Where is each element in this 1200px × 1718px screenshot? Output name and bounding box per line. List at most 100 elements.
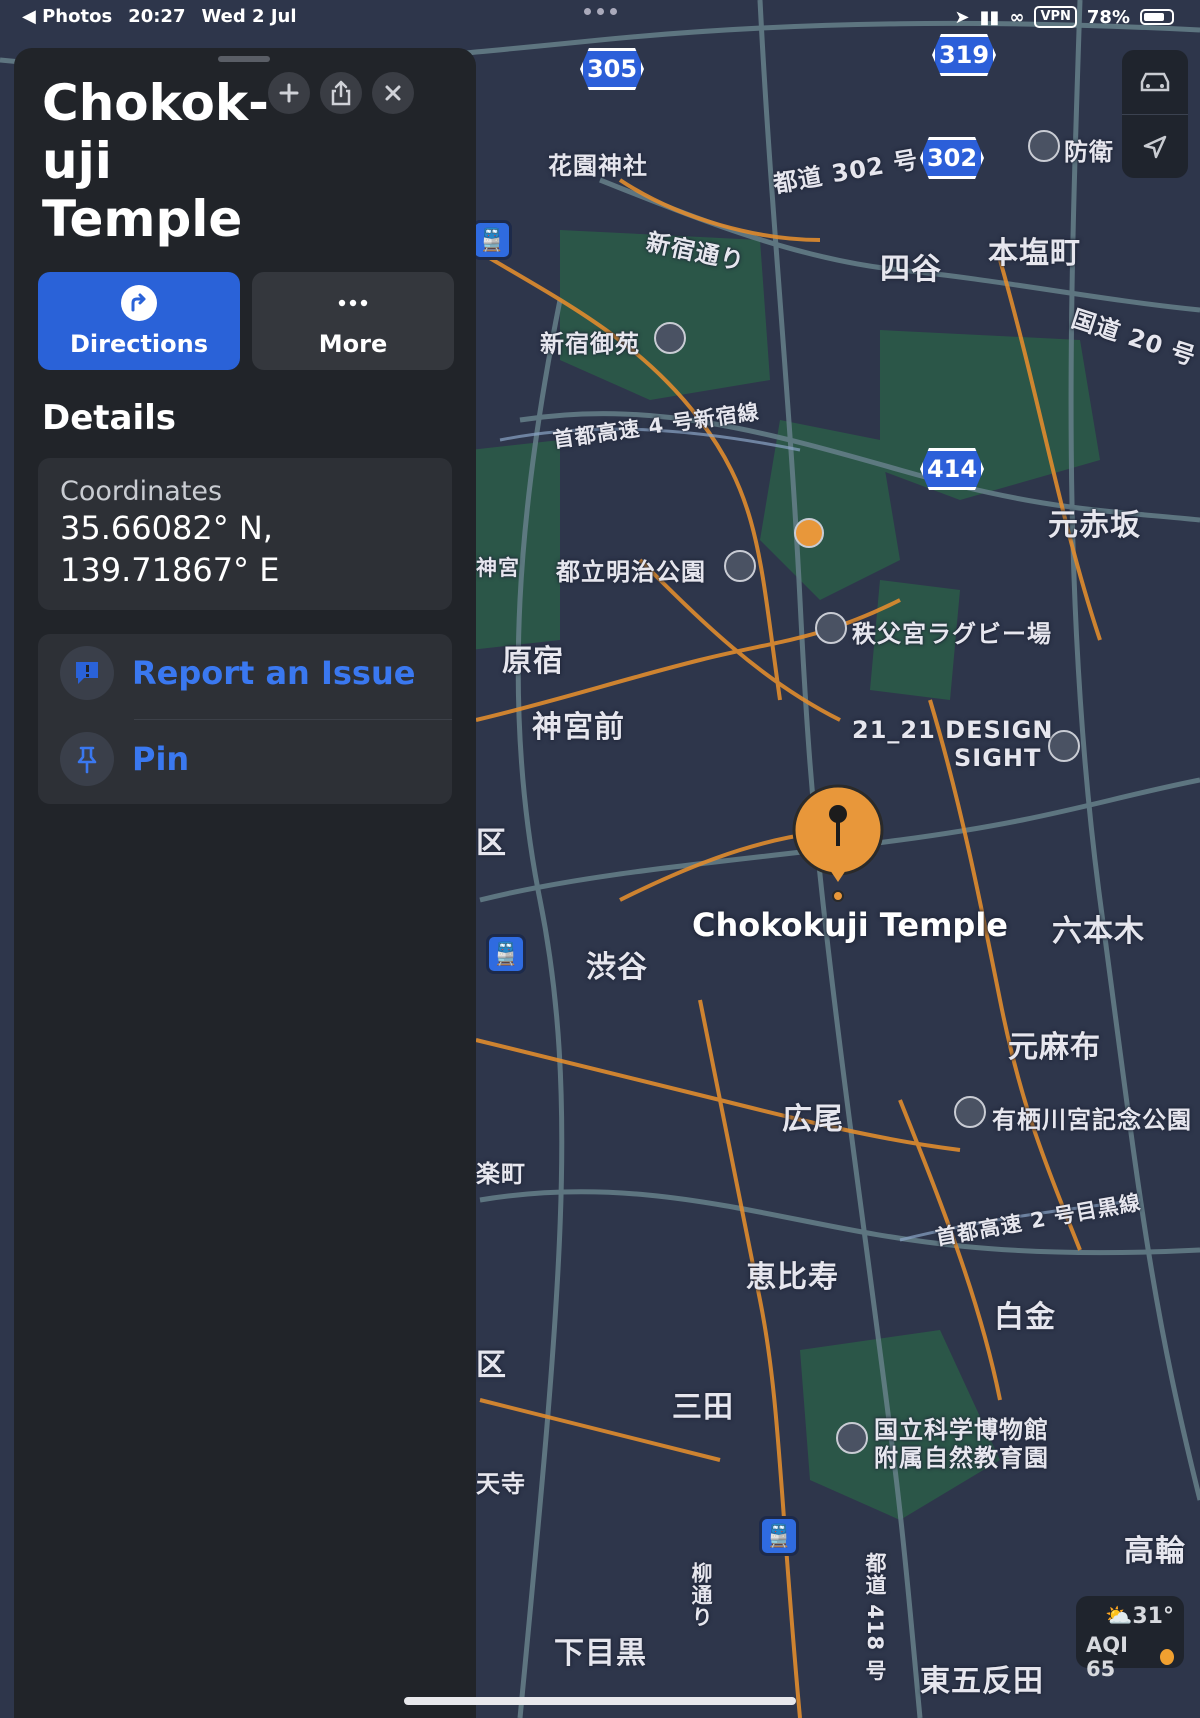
stadium-icon[interactable]: [815, 612, 847, 644]
park-icon[interactable]: [954, 1096, 986, 1128]
route-shield-319: 319: [932, 34, 996, 76]
map-label: 楽町: [476, 1160, 526, 1188]
map-label: 区: [476, 1348, 507, 1383]
pin-label: Pin: [132, 740, 190, 778]
train-station-icon[interactable]: 🚆: [759, 1516, 799, 1556]
map-label: 有栖川宮記念公園: [992, 1106, 1192, 1134]
map-label: 都立明治公園: [556, 558, 706, 586]
close-button[interactable]: [372, 72, 414, 114]
map-label: 神宮: [476, 556, 520, 580]
map-label: 恵比寿: [746, 1260, 839, 1295]
place-title-line: Temple: [42, 190, 243, 248]
sheet-grabber[interactable]: [218, 56, 270, 62]
latitude-value: 35.66082° N,: [60, 509, 273, 547]
map-label: 都道 418 号: [863, 1552, 887, 1682]
ellipsis-icon: [338, 299, 368, 307]
aqi-value: AQI 65: [1086, 1633, 1128, 1681]
train-station-icon[interactable]: 🚆: [486, 934, 526, 974]
details-heading: Details: [42, 398, 177, 438]
place-title-line: uji: [42, 132, 112, 190]
landmark-icon[interactable]: [1028, 130, 1060, 162]
battery-percent: 78%: [1086, 6, 1130, 28]
park-icon[interactable]: [724, 550, 756, 582]
divider: [134, 719, 452, 720]
pushpin-icon: [60, 732, 114, 786]
cloud-sun-icon: ⛅: [1104, 1604, 1133, 1629]
more-label: More: [318, 330, 388, 358]
share-button[interactable]: [320, 72, 362, 114]
car-mode-button[interactable]: [1122, 50, 1188, 114]
train-station-icon[interactable]: 🚆: [472, 220, 512, 260]
map-label: SIGHT: [954, 744, 1042, 772]
status-date: Wed 2 Jul: [201, 6, 297, 27]
back-to-photos-link[interactable]: ◀ Photos: [22, 6, 112, 27]
route-shield-414: 414: [920, 448, 984, 490]
map-label: 高輪: [1124, 1534, 1186, 1569]
place-card: Chokok- uji Temple Directions More Detai…: [14, 48, 476, 1718]
route-shield-302: 302: [920, 137, 984, 179]
place-title-line: Chokok-: [42, 74, 269, 132]
map-label: 21_21 DESIGN: [852, 716, 1054, 744]
map-label: 附属自然教育園: [874, 1444, 1049, 1472]
coordinates-label: Coordinates: [60, 476, 223, 507]
share-icon: [331, 80, 351, 106]
signal-icon: ▮▮: [979, 6, 1000, 28]
park-icon[interactable]: [654, 322, 686, 354]
map-label: 六本木: [1052, 914, 1145, 949]
report-issue-label: Report an Issue: [132, 654, 416, 692]
report-issue-icon: [60, 646, 114, 700]
map-label: 原宿: [502, 644, 564, 679]
coordinates-card[interactable]: Coordinates 35.66082° N, 139.71867° E: [38, 458, 452, 610]
map-controls: [1122, 50, 1188, 178]
map-label: 四谷: [880, 252, 942, 287]
location-arrow-icon: [1143, 135, 1167, 158]
map-label: 花園神社: [548, 152, 648, 180]
directions-label: Directions: [69, 330, 209, 358]
status-bar: ◀ Photos 20:27 Wed 2 Jul ➤ ▮▮ ∞ VPN 78%: [0, 0, 1200, 34]
longitude-value: 139.71867° E: [60, 551, 280, 589]
pin-label: Chokokuji Temple: [692, 906, 1008, 944]
directions-icon: [121, 285, 157, 321]
map-label: 本塩町: [988, 236, 1081, 271]
plus-icon: [279, 83, 299, 103]
aqi-indicator-icon: [1160, 1649, 1174, 1665]
map-label: 元赤坂: [1048, 508, 1141, 543]
multitask-dots-icon[interactable]: [584, 8, 617, 15]
weather-badge[interactable]: ⛅31° AQI 65: [1076, 1596, 1184, 1681]
map-label: 柳通り: [689, 1562, 713, 1628]
add-button[interactable]: [268, 72, 310, 114]
map-label: 新宿御苑: [540, 330, 640, 358]
vpn-badge: VPN: [1034, 6, 1077, 28]
map-label: 下目黒: [554, 1636, 647, 1671]
selected-place-pin[interactable]: [792, 784, 884, 904]
map-label: 神宮前: [532, 710, 625, 745]
map-label: 区: [476, 826, 507, 861]
close-icon: [385, 85, 401, 101]
actions-list: Report an Issue Pin: [38, 634, 452, 804]
map-label: 広尾: [782, 1102, 844, 1137]
museum-icon[interactable]: [836, 1422, 868, 1454]
map-label: 白金: [994, 1300, 1056, 1335]
report-issue-row[interactable]: Report an Issue: [60, 646, 415, 700]
map-label: 東五反田: [920, 1664, 1044, 1699]
landmark-icon[interactable]: [794, 518, 824, 548]
map-label: 元麻布: [1008, 1030, 1101, 1065]
directions-button[interactable]: Directions: [38, 272, 240, 370]
pin-row[interactable]: Pin: [60, 732, 189, 786]
more-button[interactable]: More: [252, 272, 454, 370]
map-label: 三田: [672, 1390, 734, 1425]
location-services-icon: ➤: [954, 6, 970, 28]
temperature: 31°: [1132, 1604, 1174, 1629]
map-label: 防衛: [1064, 138, 1114, 166]
map-label: 天寺: [476, 1470, 526, 1498]
link-icon: ∞: [1009, 6, 1025, 28]
car-icon: [1140, 72, 1170, 92]
action-row: Directions More: [38, 272, 454, 370]
map-label: 秩父宮ラグビー場: [852, 620, 1052, 648]
locate-me-button[interactable]: [1122, 114, 1188, 178]
map-label: 渋谷: [586, 950, 648, 985]
place-title: Chokok- uji Temple: [42, 74, 282, 248]
status-time: 20:27: [128, 6, 186, 27]
home-indicator[interactable]: [404, 1697, 796, 1705]
battery-icon: [1140, 9, 1174, 25]
